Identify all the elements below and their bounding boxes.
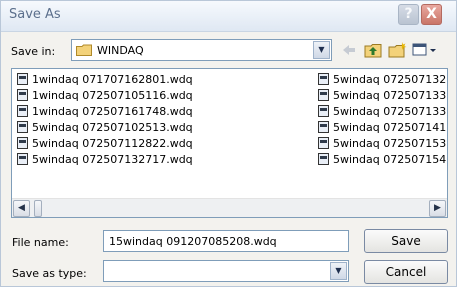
- window-title: Save As: [9, 7, 61, 22]
- title-bar[interactable]: Save As ? X: [1, 1, 456, 32]
- list-item[interactable]: 5windaq 072507102513.wdq: [17, 120, 193, 136]
- save-in-value: WINDAQ: [97, 44, 144, 57]
- scroll-right-icon[interactable]: ▶: [429, 200, 446, 217]
- list-item[interactable]: 5windaq 072507133653: [318, 104, 447, 120]
- file-icon: [318, 137, 329, 149]
- save-as-type-label: Save as type:: [12, 267, 87, 280]
- list-item[interactable]: 5windaq 072507132717.wdq: [17, 152, 193, 168]
- file-icon: [17, 105, 28, 117]
- list-item[interactable]: 5windaq 072507112822.wdq: [17, 136, 193, 152]
- file-list[interactable]: 1windaq 071707162801.wdq 1windaq 0725071…: [11, 68, 448, 218]
- list-item[interactable]: 5windaq 072507132822: [318, 72, 447, 88]
- save-as-type-dropdown[interactable]: ▼: [103, 260, 349, 282]
- file-icon: [318, 105, 329, 117]
- list-item[interactable]: 1windaq 072507105116.wdq: [17, 88, 193, 104]
- save-in-dropdown[interactable]: WINDAQ ▼: [71, 39, 332, 61]
- folder-icon: [76, 44, 92, 56]
- back-arrow-icon[interactable]: [339, 41, 359, 59]
- help-button[interactable]: ?: [398, 4, 419, 25]
- scroll-left-icon[interactable]: ◀: [13, 200, 30, 217]
- list-item[interactable]: 1windaq 071707162801.wdq: [17, 72, 193, 88]
- file-name-input[interactable]: 15windaq 091207085208.wdq: [103, 230, 349, 252]
- file-icon: [17, 153, 28, 165]
- file-icon: [17, 137, 28, 149]
- file-icon: [318, 73, 329, 85]
- file-icon: [318, 153, 329, 165]
- file-icon: [318, 89, 329, 101]
- file-name-label: File name:: [12, 236, 69, 249]
- list-item[interactable]: 5windaq 072507141332: [318, 120, 447, 136]
- scrollbar-thumb[interactable]: [34, 200, 42, 217]
- file-icon: [318, 121, 329, 133]
- file-icon: [17, 73, 28, 85]
- horizontal-scrollbar[interactable]: ◀ ▶: [12, 198, 447, 217]
- chevron-down-icon[interactable]: ▼: [313, 41, 330, 59]
- new-folder-icon[interactable]: [387, 41, 407, 59]
- list-item[interactable]: 5windaq 072507154052: [318, 152, 447, 168]
- list-item[interactable]: 5windaq 072507153818: [318, 136, 447, 152]
- list-item[interactable]: 5windaq 072507133057: [318, 88, 447, 104]
- cancel-button[interactable]: Cancel: [364, 260, 448, 284]
- close-button[interactable]: X: [421, 4, 442, 25]
- file-icon: [17, 121, 28, 133]
- views-menu-icon[interactable]: [411, 41, 439, 59]
- chevron-down-icon[interactable]: ▼: [330, 262, 347, 280]
- file-icon: [17, 89, 28, 101]
- up-folder-icon[interactable]: [363, 41, 383, 59]
- save-in-label: Save in:: [11, 45, 56, 58]
- save-as-dialog: Save As ? X Save in: WINDAQ ▼ 1windaq 07…: [0, 0, 457, 287]
- list-item[interactable]: 1windaq 072507161748.wdq: [17, 104, 193, 120]
- save-button[interactable]: Save: [364, 229, 448, 253]
